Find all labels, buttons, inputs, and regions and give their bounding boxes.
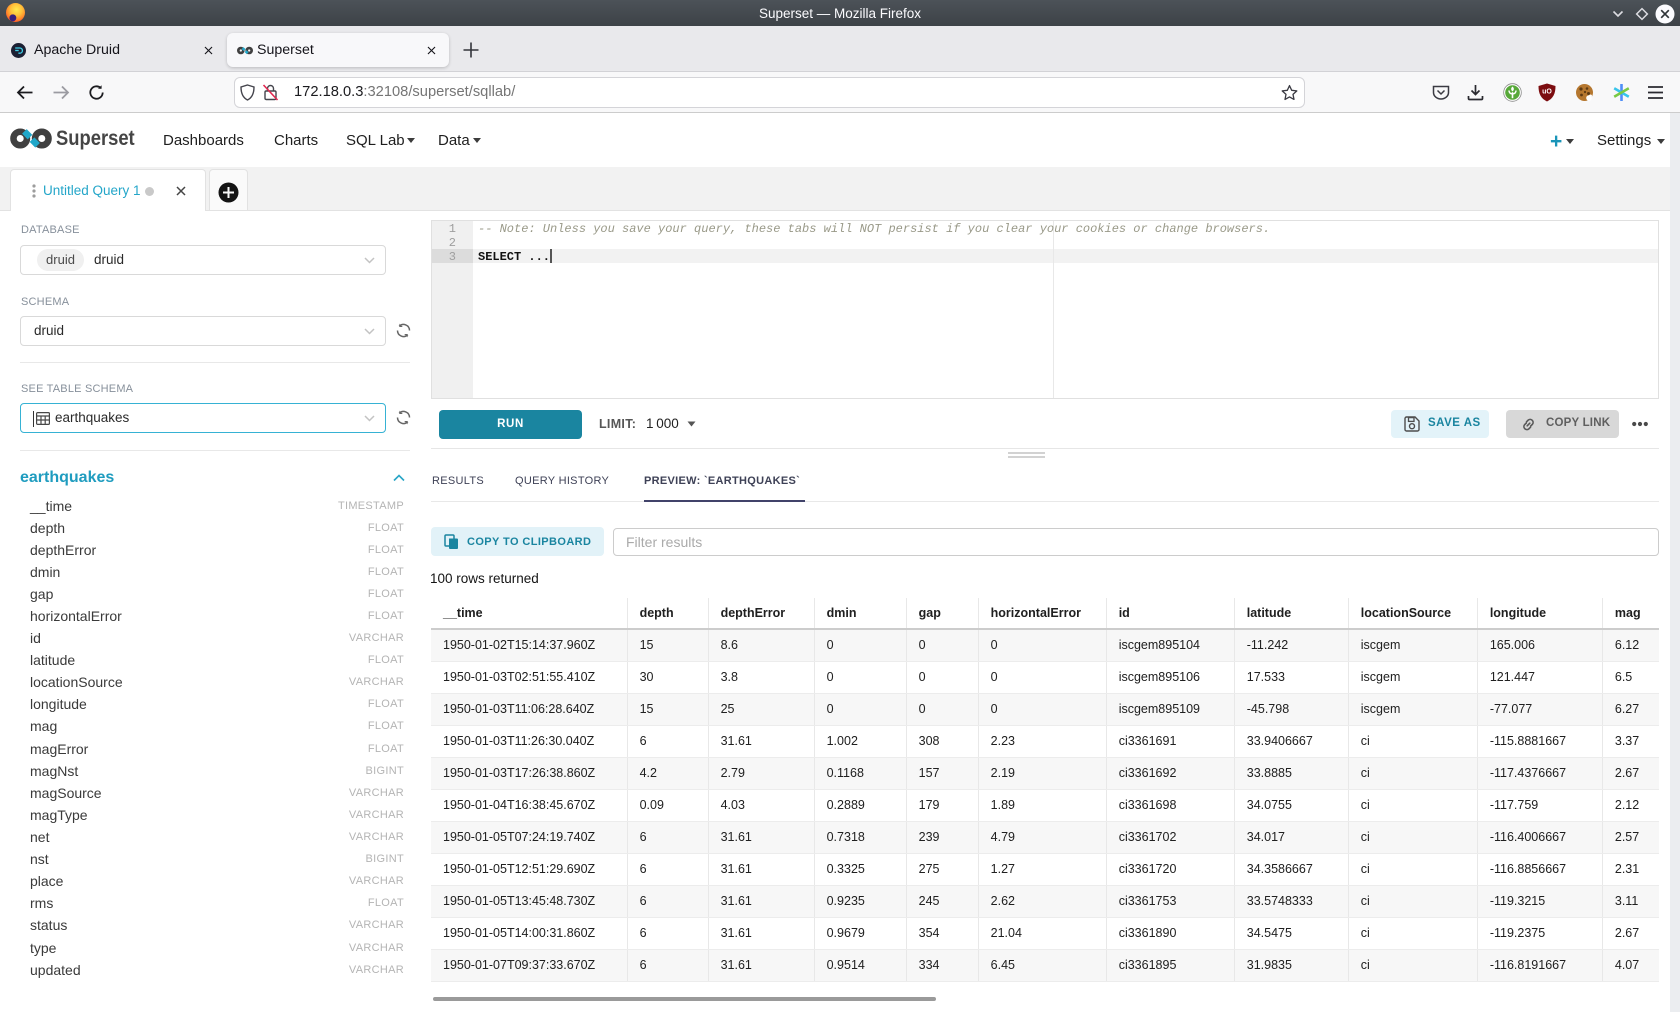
svg-text:uO: uO — [1542, 89, 1552, 96]
